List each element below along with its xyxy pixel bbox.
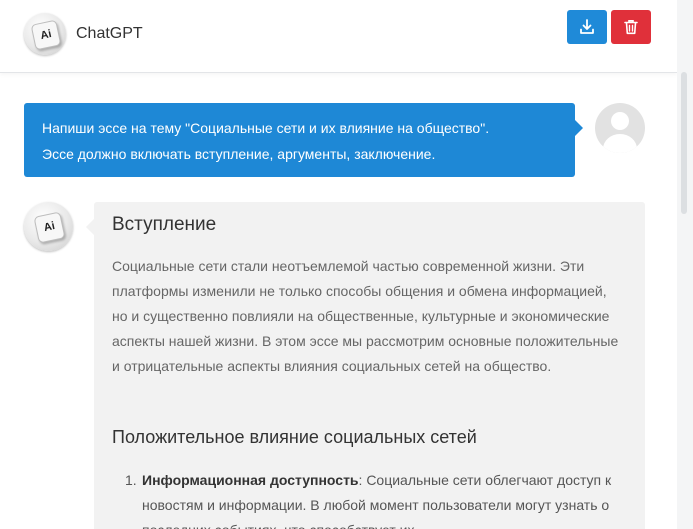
page-scrollbar[interactable] [677,0,693,529]
positive-impact-list: 1. Информационная доступность: Социальны… [112,468,627,529]
user-silhouette-icon [611,112,629,130]
assistant-avatar: Ai [24,202,73,251]
user-avatar [595,103,645,153]
user-message-line-1: Напиши эссе на тему "Социальные сети и и… [42,120,490,136]
chat-page: Ai ChatGPT Напиши эссе на тему "Социальн… [0,0,677,529]
chat-header: Ai ChatGPT [0,0,677,73]
list-item-number: 1. [125,472,137,488]
ai-avatar: Ai [24,13,66,55]
list-item-title: Информационная доступность [142,472,359,488]
download-icon [580,19,594,34]
intro-paragraph: Социальные сети стали неотъемлемой часть… [112,258,619,374]
positive-impact-heading: Положительное влияние социальных сетей [112,427,477,447]
ai-chip-icon: Ai [30,19,62,51]
delete-button[interactable] [611,10,651,44]
user-message: Напиши эссе на тему "Социальные сети и и… [24,103,583,177]
scrollbar-thumb[interactable] [681,72,687,214]
user-message-line-2: Эссе должно включать вступление, аргумен… [42,146,436,162]
app-title: ChatGPT [76,25,143,42]
trash-icon [624,20,638,35]
list-item: 1. Информационная доступность: Социальны… [112,468,627,529]
download-button[interactable] [567,10,607,44]
assistant-message: Вступление Социальные сети стали неотъем… [86,202,645,529]
ai-chip-icon: Ai [33,211,66,244]
intro-heading: Вступление [112,214,217,235]
